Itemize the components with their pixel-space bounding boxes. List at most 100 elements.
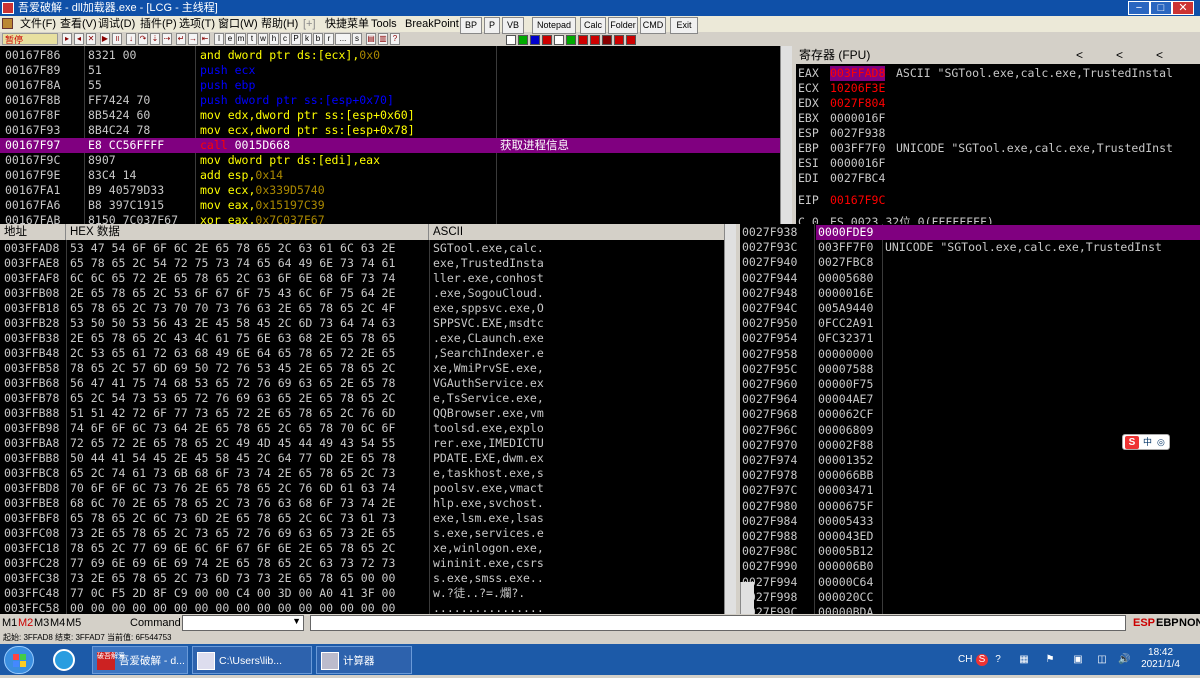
toggle-7-checkbox[interactable] [578, 35, 588, 45]
stack-row[interactable]: 0027F940 0027FBC8 [740, 255, 1200, 270]
network-icon[interactable]: ▣ [1072, 654, 1084, 666]
menu-view[interactable]: 查看(V) [60, 16, 97, 32]
stack-row[interactable]: 0027F980 0000675F [740, 499, 1200, 514]
toolbar-t-button[interactable]: t [247, 33, 257, 45]
stack-row[interactable]: 0027F948 0000016E [740, 286, 1200, 301]
minimize-button[interactable]: − [1128, 1, 1150, 15]
stack-row[interactable]: 0027F950 0FCC2A91 [740, 316, 1200, 331]
dump-scrollbar[interactable] [724, 224, 736, 614]
menu-file[interactable]: 文件(F) [20, 16, 56, 32]
stack-row[interactable]: 0027F998 000020CC [740, 590, 1200, 605]
stack-row[interactable]: 0027F99C 00000BDA [740, 605, 1200, 614]
sogou-tray-icon[interactable]: S [976, 654, 988, 666]
taskbar-browser-pin[interactable] [50, 646, 86, 674]
trace-over-icon[interactable]: ⇢ [162, 33, 172, 45]
disassembly-scrollbar[interactable] [780, 46, 792, 224]
disasm-row[interactable]: 00167F9C 8907 mov dword ptr ds:[edi],eax [0, 153, 792, 168]
close-button[interactable]: ✕ [1172, 1, 1194, 15]
toolbar-k-button[interactable]: k [302, 33, 312, 45]
toolbar-l-button[interactable]: l [214, 33, 224, 45]
start-button[interactable] [4, 646, 34, 674]
toggle-5-checkbox[interactable] [554, 35, 564, 45]
toolbar-s-button[interactable]: s [352, 33, 362, 45]
toggle-3-checkbox[interactable] [530, 35, 540, 45]
command-input[interactable]: ▼ [182, 615, 304, 631]
help-icon[interactable]: ? [390, 33, 400, 45]
stack-row[interactable]: 0027F94C 005A9440 [740, 301, 1200, 316]
execute-till-return-icon[interactable]: ↵ [176, 33, 186, 45]
stack-row[interactable]: 0027F97C 00003471 [740, 483, 1200, 498]
stack-row[interactable]: 0027F958 00000000 [740, 347, 1200, 362]
stack-row[interactable]: 0027F938 0000FDE9 [740, 225, 1200, 240]
disasm-row[interactable]: 00167F9E 83C4 14 add esp,0x14 [0, 168, 792, 183]
stack-row[interactable]: 0027F984 00005433 [740, 514, 1200, 529]
step-over-icon[interactable]: ↷ [138, 33, 148, 45]
maximize-button[interactable]: □ [1150, 1, 1172, 15]
dump-header-ascii[interactable]: ASCII [429, 224, 736, 240]
stack-row[interactable]: 0027F95C 00007588 [740, 362, 1200, 377]
volume-icon[interactable]: 🔊 [1118, 654, 1130, 666]
menu-plus[interactable]: [+] [303, 16, 316, 32]
menu-options[interactable]: 选项(T) [179, 16, 215, 32]
ime-indicator[interactable]: S 中 ◎ [1122, 434, 1170, 450]
tab-calc[interactable]: Calc [580, 17, 606, 34]
toggle-11-checkbox[interactable] [626, 35, 636, 45]
dump-header-address[interactable]: 地址 [0, 224, 66, 240]
arrow-left-icon[interactable]: < [1076, 46, 1083, 64]
menu-window[interactable]: 窗口(W) [218, 16, 258, 32]
close-process-icon[interactable]: ✕ [86, 33, 96, 45]
disasm-row[interactable]: 00167FA1 B9 40579D33 mov ecx,0x339D5740 [0, 183, 792, 198]
register-value[interactable]: ES 0023 32位 0(FFFFFFFF) [830, 215, 994, 224]
menu-debug[interactable]: 调试(D) [98, 16, 135, 32]
toolbar-c-button[interactable]: c [280, 33, 290, 45]
options-icon[interactable]: ▥ [378, 33, 388, 45]
tab-m4[interactable]: M4 [50, 616, 65, 630]
toolbar-p-button[interactable]: P [291, 33, 301, 45]
register-value[interactable]: 0027F804 [830, 96, 885, 111]
arrow-left-icon[interactable]: < [1156, 46, 1163, 64]
toolbar-h-button[interactable]: h [269, 33, 279, 45]
registers-pane[interactable]: 寄存器 (FPU) < < < EAX 003FFAD8 ASCII "SGTool… [796, 46, 1200, 224]
title-bar[interactable]: 吾爱破解 - dll加载器.exe - [LCG - 主线程] − □ ✕ [0, 0, 1200, 16]
menu-breakpoint[interactable]: BreakPoint [405, 16, 459, 32]
language-icon[interactable]: CH [958, 654, 972, 666]
stack-row[interactable]: 0027F98C 00005B12 [740, 544, 1200, 559]
register-value[interactable]: 003FFAD8 [830, 66, 886, 81]
dump-header-hex[interactable]: HEX 数据 [66, 224, 429, 240]
tab-folder[interactable]: Folder [608, 17, 638, 34]
register-value[interactable]: 00167F9C [830, 193, 885, 208]
tab-cmd[interactable]: CMD [640, 17, 666, 34]
toggle-4-checkbox[interactable] [542, 35, 552, 45]
display-icon[interactable]: ◫ [1096, 654, 1108, 666]
taskbar-app-calculator[interactable]: 计算器 [316, 646, 412, 674]
windows-list-icon[interactable]: ▤ [366, 33, 376, 45]
tab-m5[interactable]: M5 [66, 616, 81, 630]
none-label[interactable]: NONE [1179, 616, 1200, 630]
disasm-row[interactable]: 00167F97 E8 CC56FFFF call 0015D668 获取进程信息 [0, 138, 792, 153]
disasm-row[interactable]: 00167F86 8321 00 and dword ptr ds:[ecx],0x… [0, 48, 792, 63]
tab-exit[interactable]: Exit [670, 17, 698, 34]
tab-m2[interactable]: M2 [18, 616, 33, 630]
toolbar-m-button[interactable]: m [236, 33, 246, 45]
tab-m3[interactable]: M3 [34, 616, 49, 630]
tab-bp[interactable]: BP [460, 17, 482, 34]
toolbar-r-button[interactable]: r [324, 33, 334, 45]
keyboard-icon[interactable]: ▦ [1018, 654, 1030, 666]
esp-label[interactable]: ESP [1133, 616, 1155, 630]
tab-m1[interactable]: M1 [2, 616, 17, 630]
menu-plugins[interactable]: 插件(P) [140, 16, 177, 32]
stack-row[interactable]: 0027F990 000006B0 [740, 559, 1200, 574]
menu-shortcut[interactable]: 快捷菜单 [325, 16, 369, 32]
taskbar-app-debugger[interactable]: 破吾解爱 吾爱破解 - d... [92, 646, 188, 674]
memory-dump-pane[interactable]: 地址 HEX 数据 ASCII 003FFAD8 53 47 54 6F 6F 6… [0, 224, 736, 614]
pause-icon[interactable]: ॥ [112, 33, 122, 45]
disasm-row[interactable]: 00167F89 51 push ecx [0, 63, 792, 78]
toolbar-w-button[interactable]: w [258, 33, 268, 45]
tab-p[interactable]: P [484, 17, 500, 34]
stack-row[interactable]: 0027F93C 003FF7F0 UNICODE "SGTool.exe,calc… [740, 240, 1200, 255]
stack-row[interactable]: 0027F960 00000F75 [740, 377, 1200, 392]
app-menu-icon[interactable] [2, 18, 13, 29]
toggle-1-checkbox[interactable] [506, 35, 516, 45]
flag-icon[interactable]: ⚑ [1044, 654, 1056, 666]
run-icon[interactable]: ▶ [100, 33, 110, 45]
